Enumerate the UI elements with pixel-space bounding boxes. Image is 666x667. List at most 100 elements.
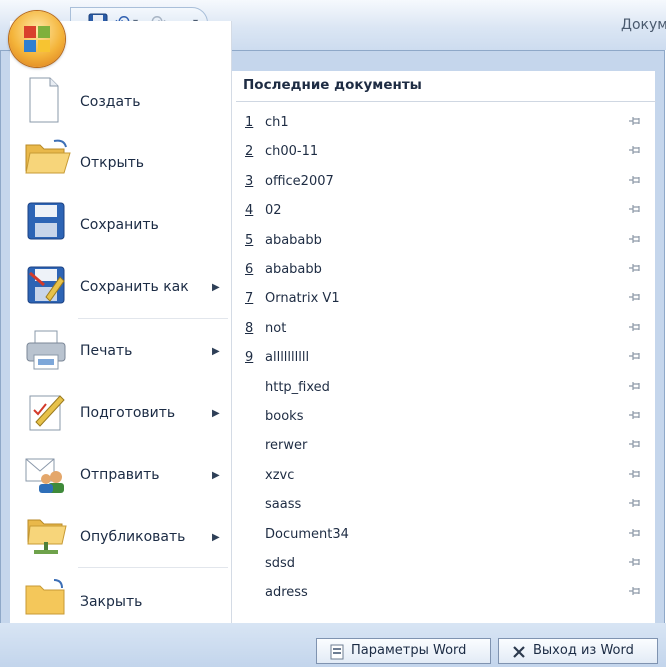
pin-icon[interactable]: [628, 556, 642, 568]
menu-item-publish[interactable]: Опубликовать ▶: [10, 512, 231, 570]
office-logo-icon: [24, 26, 50, 52]
recent-document-number: 6: [245, 262, 254, 277]
send-icon: [24, 451, 68, 495]
pin-icon[interactable]: [628, 438, 642, 450]
menu-item-open[interactable]: Открыть: [10, 137, 231, 195]
recent-document-item[interactable]: http_fixed: [243, 380, 653, 404]
recent-document-number: 7: [245, 291, 254, 306]
menu-item-label: Подготовить: [80, 405, 176, 421]
recent-document-number: 2: [245, 144, 254, 159]
recent-document-item[interactable]: xzvc: [243, 468, 653, 492]
recent-document-item[interactable]: 7 Ornatrix V1: [243, 291, 653, 315]
window-title: Докум: [621, 17, 666, 33]
pin-icon[interactable]: [628, 321, 642, 333]
recent-document-item[interactable]: 1 ch1: [243, 115, 653, 139]
header-divider: [236, 101, 656, 102]
recent-document-name: rerwer: [265, 438, 308, 453]
menu-item-save-as[interactable]: Сохранить как ▶: [10, 263, 231, 321]
menu-item-label: Опубликовать: [80, 529, 186, 545]
recent-document-name: ch00-11: [265, 144, 319, 159]
recent-document-item[interactable]: 8 not: [243, 321, 653, 345]
menu-item-send[interactable]: Отправить ▶: [10, 451, 231, 509]
pin-icon[interactable]: [628, 409, 642, 421]
pin-icon[interactable]: [628, 350, 642, 362]
pin-icon[interactable]: [628, 527, 642, 539]
close-folder-icon: [24, 578, 68, 622]
recent-document-number: 1: [245, 115, 254, 130]
recent-document-name: abababb: [265, 262, 322, 277]
submenu-arrow-icon: ▶: [212, 470, 220, 481]
recent-document-number: 9: [245, 350, 254, 365]
menu-separator: [78, 318, 228, 319]
pin-icon[interactable]: [628, 262, 642, 274]
recent-document-item[interactable]: adress: [243, 585, 653, 609]
menu-item-save[interactable]: Сохранить: [10, 199, 231, 257]
recent-document-item[interactable]: rerwer: [243, 438, 653, 462]
menu-item-label: Открыть: [80, 155, 144, 171]
recent-document-item[interactable]: 5 abababb: [243, 233, 653, 257]
prepare-icon: [24, 390, 68, 434]
recent-document-name: abababb: [265, 233, 322, 248]
options-icon: [329, 644, 345, 660]
recent-document-item[interactable]: 4 02: [243, 203, 653, 227]
pin-icon[interactable]: [628, 468, 642, 480]
menu-item-new[interactable]: Создать: [10, 76, 231, 134]
submenu-arrow-icon: ▶: [212, 282, 220, 293]
recent-document-item[interactable]: Document34: [243, 527, 653, 551]
recent-document-name: adress: [265, 585, 308, 600]
recent-document-name: books: [265, 409, 304, 424]
office-button[interactable]: [9, 11, 65, 67]
submenu-arrow-icon: ▶: [212, 532, 220, 543]
recent-document-number: 4: [245, 203, 254, 218]
recent-document-name: Ornatrix V1: [265, 291, 340, 306]
pin-icon[interactable]: [628, 585, 642, 597]
pin-icon[interactable]: [628, 233, 642, 245]
pin-icon[interactable]: [628, 144, 642, 156]
recent-document-name: Document34: [265, 527, 349, 542]
exit-word-label: Выход из Word: [533, 643, 634, 658]
recent-document-item[interactable]: saass: [243, 497, 653, 521]
recent-document-name: ch1: [265, 115, 289, 130]
close-icon: [511, 644, 527, 660]
recent-document-item[interactable]: 2 ch00-11: [243, 144, 653, 168]
submenu-arrow-icon: ▶: [212, 346, 220, 357]
word-options-label: Параметры Word: [351, 643, 467, 658]
submenu-arrow-icon: ▶: [212, 408, 220, 419]
pin-icon[interactable]: [628, 380, 642, 392]
recent-document-name: http_fixed: [265, 380, 330, 395]
recent-document-name: sdsd: [265, 556, 296, 571]
recent-document-number: 3: [245, 174, 254, 189]
pin-icon[interactable]: [628, 174, 642, 186]
open-folder-icon: [24, 137, 71, 181]
recent-document-item[interactable]: books: [243, 409, 653, 433]
menu-item-label: Создать: [80, 94, 141, 110]
menu-item-label: Отправить: [80, 467, 160, 483]
menu-item-label: Сохранить: [80, 217, 159, 233]
recent-document-name: 02: [265, 203, 282, 218]
menu-item-label: Печать: [80, 343, 133, 359]
recent-document-name: xzvc: [265, 468, 295, 483]
word-options-button[interactable]: Параметры Word: [316, 638, 491, 664]
menu-item-prepare[interactable]: Подготовить ▶: [10, 390, 231, 448]
recent-document-name: saass: [265, 497, 302, 512]
save-icon: [24, 199, 68, 243]
recent-document-number: 8: [245, 321, 254, 336]
pin-icon[interactable]: [628, 115, 642, 127]
recent-document-item[interactable]: 6 abababb: [243, 262, 653, 286]
recent-document-name: office2007: [265, 174, 334, 189]
recent-documents-header: Последние документы: [243, 77, 422, 93]
publish-icon: [24, 512, 68, 556]
recent-document-name: not: [265, 321, 287, 336]
recent-document-item[interactable]: 3 office2007: [243, 174, 653, 198]
recent-document-number: 5: [245, 233, 254, 248]
pin-icon[interactable]: [628, 203, 642, 215]
pin-icon[interactable]: [628, 291, 642, 303]
exit-word-button[interactable]: Выход из Word: [498, 638, 658, 664]
recent-document-item[interactable]: sdsd: [243, 556, 653, 580]
menu-item-label: Закрыть: [80, 594, 143, 610]
pin-icon[interactable]: [628, 497, 642, 509]
menu-item-print[interactable]: Печать ▶: [10, 329, 231, 387]
new-document-icon: [24, 76, 68, 123]
menu-item-label: Сохранить как: [80, 279, 189, 295]
recent-document-item[interactable]: 9 allllllllll: [243, 350, 653, 374]
